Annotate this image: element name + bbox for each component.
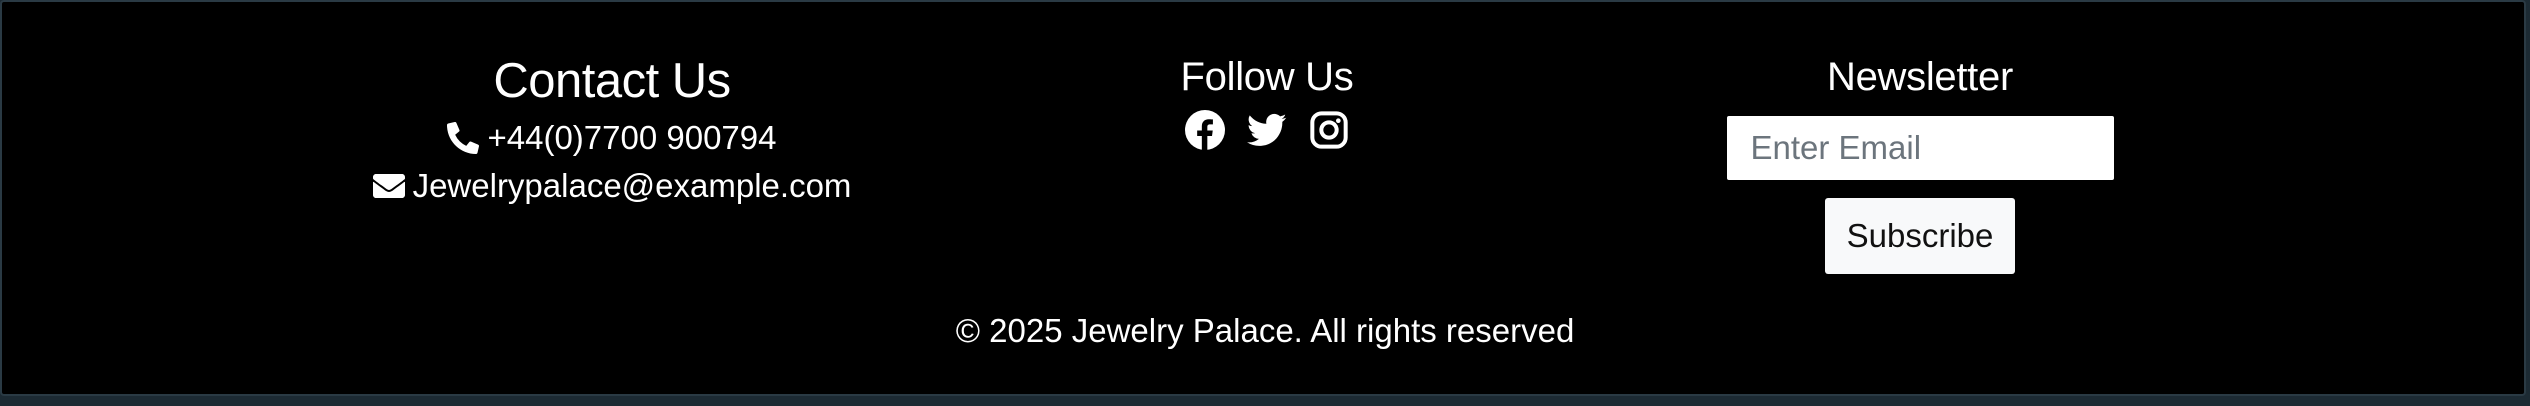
twitter-icon[interactable] xyxy=(1247,110,1287,150)
instagram-icon[interactable] xyxy=(1309,110,1349,150)
contact-email-text: Jewelrypalace@example.com xyxy=(412,167,852,204)
copyright-text: © 2025 Jewelry Palace. All rights reserv… xyxy=(955,312,1575,349)
site-footer: Contact Us +44(0)7700 900794 Jewelrypala… xyxy=(0,0,2526,396)
follow-heading: Follow Us xyxy=(1180,55,1354,99)
contact-section: Contact Us +44(0)7700 900794 Jewelrypala… xyxy=(372,2,851,210)
phone-icon xyxy=(447,122,480,154)
newsletter-email-input[interactable] xyxy=(1726,116,2114,180)
facebook-icon[interactable] xyxy=(1185,110,1225,150)
envelope-icon xyxy=(372,170,405,202)
social-links xyxy=(1185,110,1349,150)
subscribe-button[interactable]: Subscribe xyxy=(1825,198,2015,274)
follow-section: Follow Us xyxy=(1067,2,1467,150)
contact-heading: Contact Us xyxy=(493,54,731,108)
contact-phone: +44(0)7700 900794 xyxy=(447,114,777,162)
newsletter-section: Newsletter Subscribe xyxy=(1720,2,2120,274)
contact-phone-text: +44(0)7700 900794 xyxy=(487,119,777,156)
contact-email: Jewelrypalace@example.com xyxy=(372,162,852,210)
newsletter-heading: Newsletter xyxy=(1827,55,2013,99)
